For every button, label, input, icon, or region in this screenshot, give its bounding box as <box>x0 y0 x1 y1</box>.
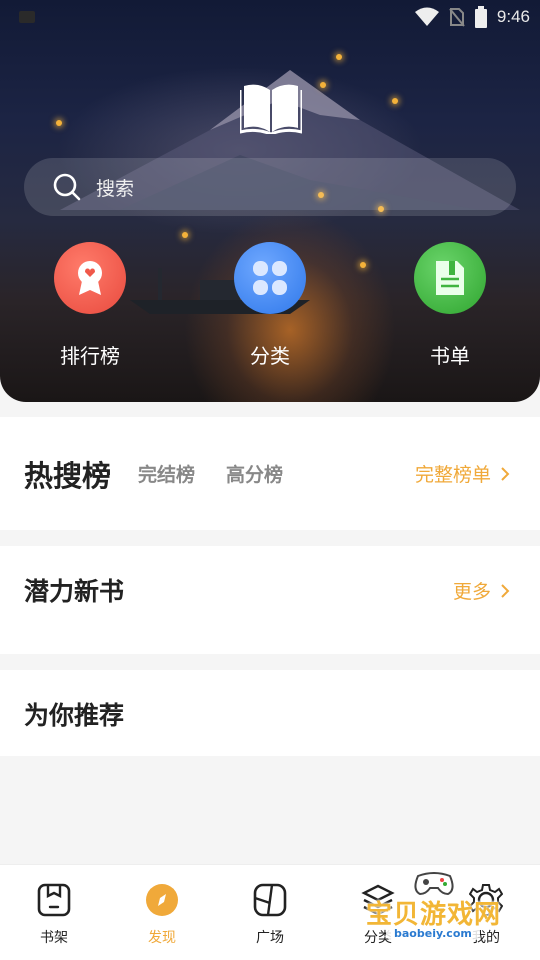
tab-high-score[interactable]: 高分榜 <box>226 460 283 487</box>
entry-category-label: 分类 <box>250 344 290 368</box>
recommend-title: 为你推荐 <box>24 701 125 730</box>
full-ranking-label: 完整榜单 <box>414 464 491 486</box>
hot-search-title[interactable]: 热搜榜 <box>24 453 111 495</box>
firefly <box>56 120 62 126</box>
entry-booklist-label: 书单 <box>430 344 470 368</box>
nav-discover-label: 发现 <box>148 930 176 946</box>
discover-compass-icon <box>146 884 178 916</box>
firefly <box>360 262 366 268</box>
booklist-icon <box>414 242 486 314</box>
chevron-right-icon <box>501 583 510 598</box>
more-link[interactable]: 更多 <box>453 577 510 604</box>
nav-plaza[interactable]: 广场 <box>230 883 310 947</box>
wifi-icon <box>414 7 439 26</box>
firefly <box>182 232 188 238</box>
entry-ranking[interactable]: 排行榜 <box>30 242 150 369</box>
firefly <box>392 98 398 104</box>
discover-page: 9:46 搜索 排行榜 分类 书单 热搜榜 完结榜 高分榜 完整榜单 潜力新书 … <box>0 0 540 960</box>
firefly <box>336 54 342 60</box>
potential-books-card: 潜力新书 更多 <box>0 546 540 654</box>
category-grid-icon <box>234 242 306 314</box>
firefly <box>320 82 326 88</box>
entry-category[interactable]: 分类 <box>210 242 330 369</box>
ranking-ribbon-icon <box>54 242 126 314</box>
hot-search-card: 热搜榜 完结榜 高分榜 完整榜单 <box>0 417 540 530</box>
chevron-right-icon <box>501 466 510 481</box>
entry-ranking-label: 排行榜 <box>60 344 120 368</box>
nav-discover[interactable]: 发现 <box>122 883 202 947</box>
no-sim-icon <box>449 8 465 27</box>
hero-banner: 9:46 搜索 排行榜 分类 书单 <box>0 0 540 402</box>
bookshelf-icon <box>37 883 71 917</box>
entry-booklist[interactable]: 书单 <box>390 242 510 369</box>
recommend-card: 为你推荐 <box>0 670 540 756</box>
full-ranking-link[interactable]: 完整榜单 <box>415 460 510 487</box>
potential-books-title: 潜力新书 <box>24 577 125 606</box>
nav-plaza-label: 广场 <box>256 930 284 946</box>
battery-icon <box>474 6 487 28</box>
nav-bookshelf-label: 书架 <box>40 930 68 946</box>
tab-completed[interactable]: 完结榜 <box>138 460 195 487</box>
status-bar: 9:46 <box>0 0 540 34</box>
nav-bookshelf[interactable]: 书架 <box>14 883 94 947</box>
open-book-logo <box>240 84 302 134</box>
search-icon <box>53 173 81 201</box>
search-placeholder: 搜索 <box>96 177 135 200</box>
site-watermark: 宝贝游戏网 baobeiy.com <box>360 868 520 958</box>
more-label: 更多 <box>452 581 491 603</box>
status-time: 9:46 <box>496 7 530 26</box>
search-bar[interactable]: 搜索 <box>24 158 516 216</box>
plaza-icon <box>253 883 287 917</box>
notification-icon <box>19 11 35 23</box>
watermark-url: baobeiy.com <box>386 926 480 941</box>
